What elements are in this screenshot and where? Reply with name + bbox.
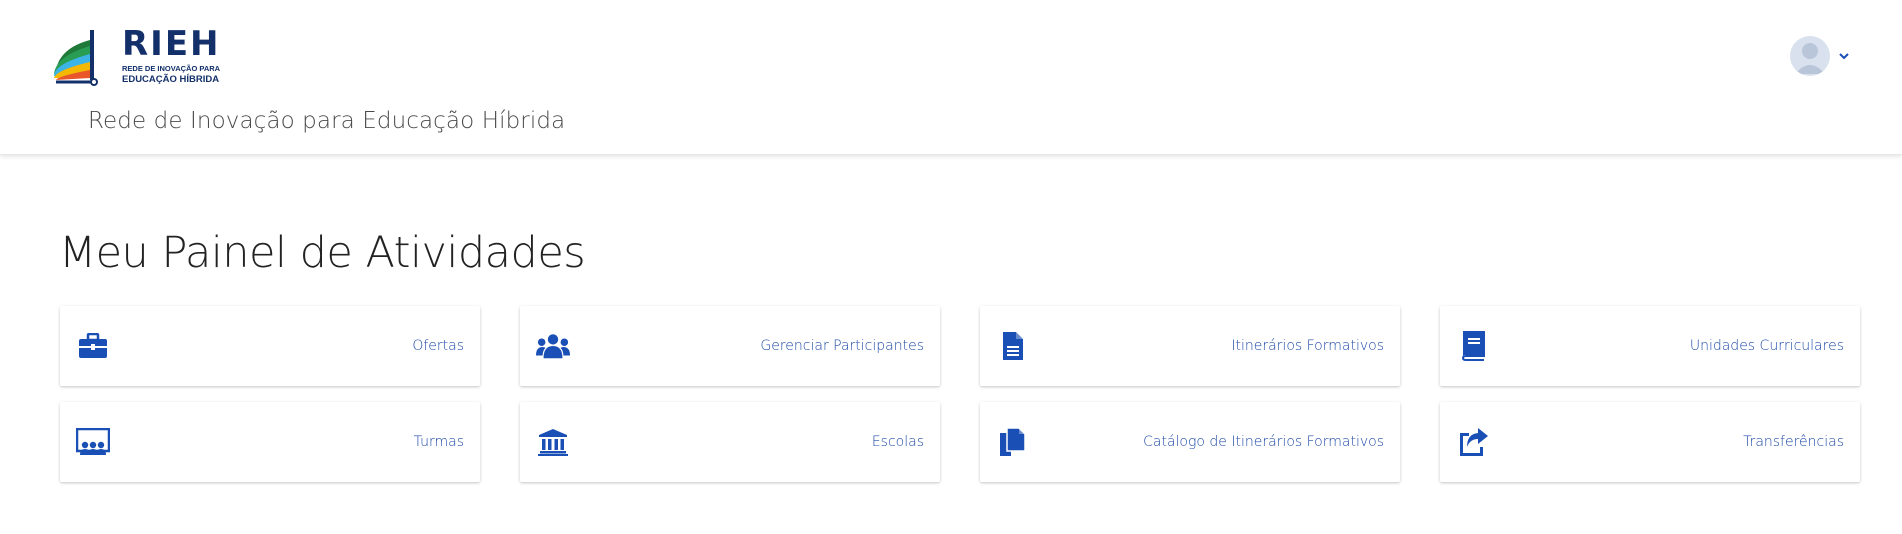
site-subtitle: Rede de Inovação para Educação Híbrida <box>88 108 566 134</box>
card-label: Transferências <box>1743 434 1844 450</box>
documents-copy-icon <box>996 426 1030 458</box>
classroom-icon <box>76 426 110 458</box>
card-itinerarios-formativos[interactable]: Itinerários Formativos <box>980 306 1400 386</box>
card-escolas[interactable]: Escolas <box>520 402 940 482</box>
card-label: Escolas <box>871 434 924 450</box>
user-avatar-icon[interactable] <box>1790 36 1830 76</box>
briefcase-icon <box>76 330 110 362</box>
logo-line-1: REDE DE INOVAÇÃO PARA <box>122 64 221 73</box>
user-menu[interactable] <box>1790 36 1850 76</box>
book-icon <box>1456 330 1490 362</box>
card-ofertas[interactable]: Ofertas <box>60 306 480 386</box>
page-title: Meu Painel de Atividades <box>59 228 586 278</box>
site-header: RIEH REDE DE INOVAÇÃO PARA EDUCAÇÃO HÍBR… <box>0 0 1902 155</box>
users-icon <box>536 330 570 362</box>
logo-line-2: EDUCAÇÃO HÍBRIDA <box>122 74 220 85</box>
share-arrow-icon <box>1456 426 1490 458</box>
card-label: Turmas <box>413 434 464 450</box>
document-icon <box>996 330 1030 362</box>
school-building-icon <box>536 426 570 458</box>
card-label: Catálogo de Itinerários Formativos <box>1143 434 1384 450</box>
card-turmas[interactable]: Turmas <box>60 402 480 482</box>
card-transferencias[interactable]: Transferências <box>1440 402 1860 482</box>
card-label: Itinerários Formativos <box>1231 338 1384 354</box>
card-label: Ofertas <box>412 338 464 354</box>
open-book-logo-icon <box>54 30 98 86</box>
logo-title: RIEH <box>122 24 221 64</box>
chevron-down-icon[interactable] <box>1838 50 1850 62</box>
card-catalogo-itinerarios[interactable]: Catálogo de Itinerários Formativos <box>980 402 1400 482</box>
card-gerenciar-participantes[interactable]: Gerenciar Participantes <box>520 306 940 386</box>
card-unidades-curriculares[interactable]: Unidades Curriculares <box>1440 306 1860 386</box>
card-label: Unidades Curriculares <box>1689 338 1844 354</box>
card-label: Gerenciar Participantes <box>760 338 924 354</box>
rieh-logo[interactable]: RIEH REDE DE INOVAÇÃO PARA EDUCAÇÃO HÍBR… <box>54 26 234 86</box>
